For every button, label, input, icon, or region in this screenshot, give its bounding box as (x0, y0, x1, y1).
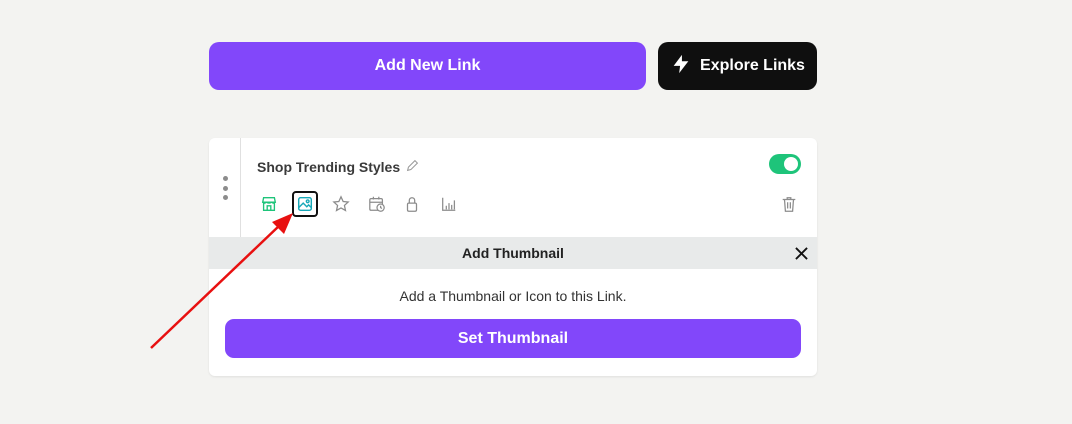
thumbnail-panel-title: Add Thumbnail (462, 245, 564, 261)
star-icon[interactable] (329, 192, 353, 216)
explore-links-label: Explore Links (700, 57, 805, 74)
close-icon[interactable] (792, 244, 810, 262)
drag-handle-icon[interactable] (220, 176, 230, 200)
lightning-icon (670, 52, 692, 81)
link-enabled-toggle[interactable] (769, 154, 801, 174)
store-icon[interactable] (257, 192, 281, 216)
lock-icon[interactable] (400, 192, 424, 216)
pencil-icon[interactable] (406, 159, 419, 175)
set-thumbnail-button[interactable]: Set Thumbnail (225, 319, 801, 358)
analytics-icon[interactable] (437, 192, 461, 216)
explore-links-button[interactable]: Explore Links (658, 42, 817, 90)
thumbnail-panel-header: Add Thumbnail (209, 237, 817, 269)
link-card: Shop Trending Styles Add Thumbnail Add a… (209, 138, 817, 376)
thumbnail-description: Add a Thumbnail or Icon to this Link. (399, 288, 627, 304)
trash-icon[interactable] (779, 192, 799, 216)
link-title-text: Shop Trending Styles (257, 159, 401, 175)
add-new-link-button[interactable]: Add New Link (209, 42, 646, 90)
link-title[interactable]: Shop Trending Styles (257, 159, 419, 175)
divider (240, 138, 241, 237)
schedule-icon[interactable] (365, 192, 389, 216)
image-icon[interactable] (292, 191, 318, 217)
